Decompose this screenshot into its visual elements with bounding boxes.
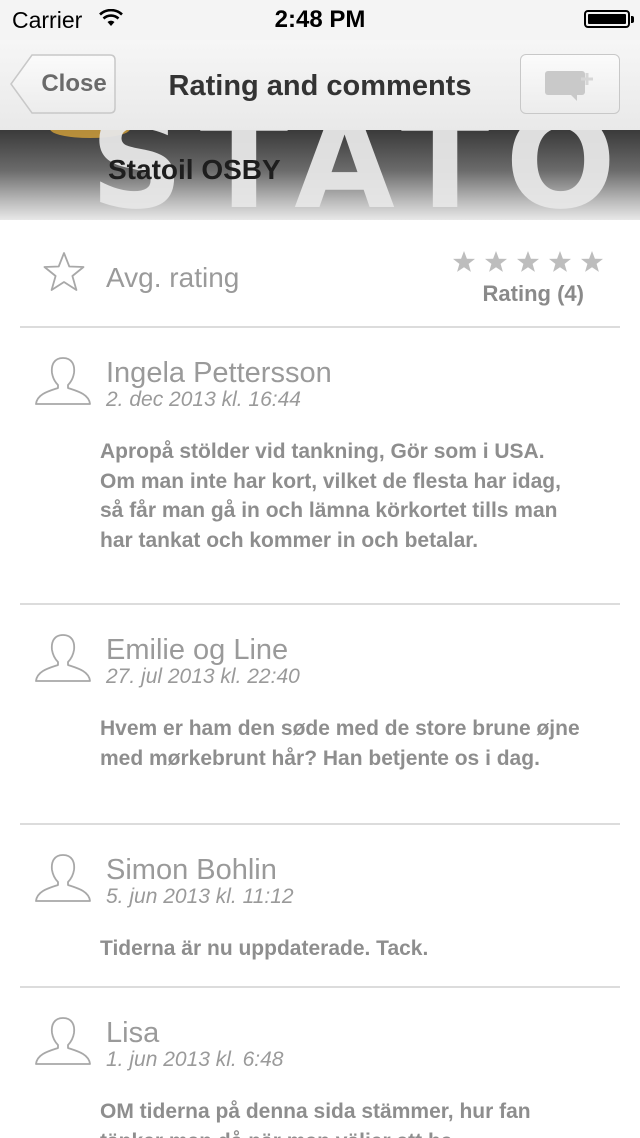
rating-star-icon: [517, 251, 539, 272]
list-item: Emilie og Line 27. jul 2013 kl. 22:40 Hv…: [20, 605, 620, 825]
comment-text: OM tiderna på denna sida stämmer, hur fa…: [100, 1100, 531, 1138]
comment-date: 27. jul 2013 kl. 22:40: [106, 665, 300, 688]
comment-date: 5. jun 2013 kl. 11:12: [106, 885, 294, 908]
list-item: Simon Bohlin 5. jun 2013 kl. 11:12 Tider…: [20, 825, 620, 988]
station-header-image: STATOIL Statoil OSBY: [0, 130, 640, 220]
list-item: Ingela Pettersson 2. dec 2013 kl. 16:44 …: [20, 328, 620, 605]
rating-star-icon: [549, 251, 571, 272]
user-avatar-icon: [35, 357, 91, 405]
average-rating-label: Avg. rating: [106, 262, 240, 293]
close-button-label: Close: [41, 70, 107, 97]
comment-date: 1. jun 2013 kl. 6:48: [106, 1048, 284, 1071]
comment-date: 2. dec 2013 kl. 16:44: [106, 388, 301, 411]
star-outline-icon: [43, 252, 85, 291]
comment-text: Tiderna är nu uppdaterade. Tack.: [100, 937, 429, 960]
rating-star-icon: [485, 251, 507, 272]
page-title: Rating and comments: [168, 70, 472, 102]
close-button[interactable]: Close: [10, 54, 116, 114]
add-comment-icon: [545, 71, 593, 101]
comment-author: Lisa: [106, 1017, 160, 1049]
comment-author: Emilie og Line: [106, 634, 289, 666]
comment-text: Apropå stölder vid tankning, Gör som i U…: [100, 440, 561, 552]
user-avatar-icon: [35, 634, 91, 682]
comments-list: Ingela Pettersson 2. dec 2013 kl. 16:44 …: [20, 328, 620, 1138]
user-avatar-icon: [35, 1017, 91, 1065]
battery-icon: [584, 10, 634, 28]
rating-star-icon: [581, 251, 603, 272]
comment-text: Hvem er ham den søde med de store brune …: [100, 717, 580, 770]
comment-author: Simon Bohlin: [106, 854, 277, 886]
list-item: Lisa 1. jun 2013 kl. 6:48 OM tiderna på …: [20, 988, 620, 1138]
navigation-bar: Close Rating and comments: [0, 40, 640, 131]
average-rating-row: Avg. rating Rating (4): [20, 220, 620, 328]
add-comment-button[interactable]: [520, 54, 620, 114]
status-bar: Carrier 2:48 PM: [0, 0, 640, 40]
comment-author: Ingela Pettersson: [106, 357, 332, 389]
user-avatar-icon: [35, 854, 91, 902]
rating-stars[interactable]: [452, 250, 604, 281]
rating-star-icon: [453, 251, 475, 272]
clock: 2:48 PM: [274, 6, 366, 33]
rating-count: Rating (4): [482, 281, 584, 306]
station-name: Statoil OSBY: [108, 154, 281, 185]
